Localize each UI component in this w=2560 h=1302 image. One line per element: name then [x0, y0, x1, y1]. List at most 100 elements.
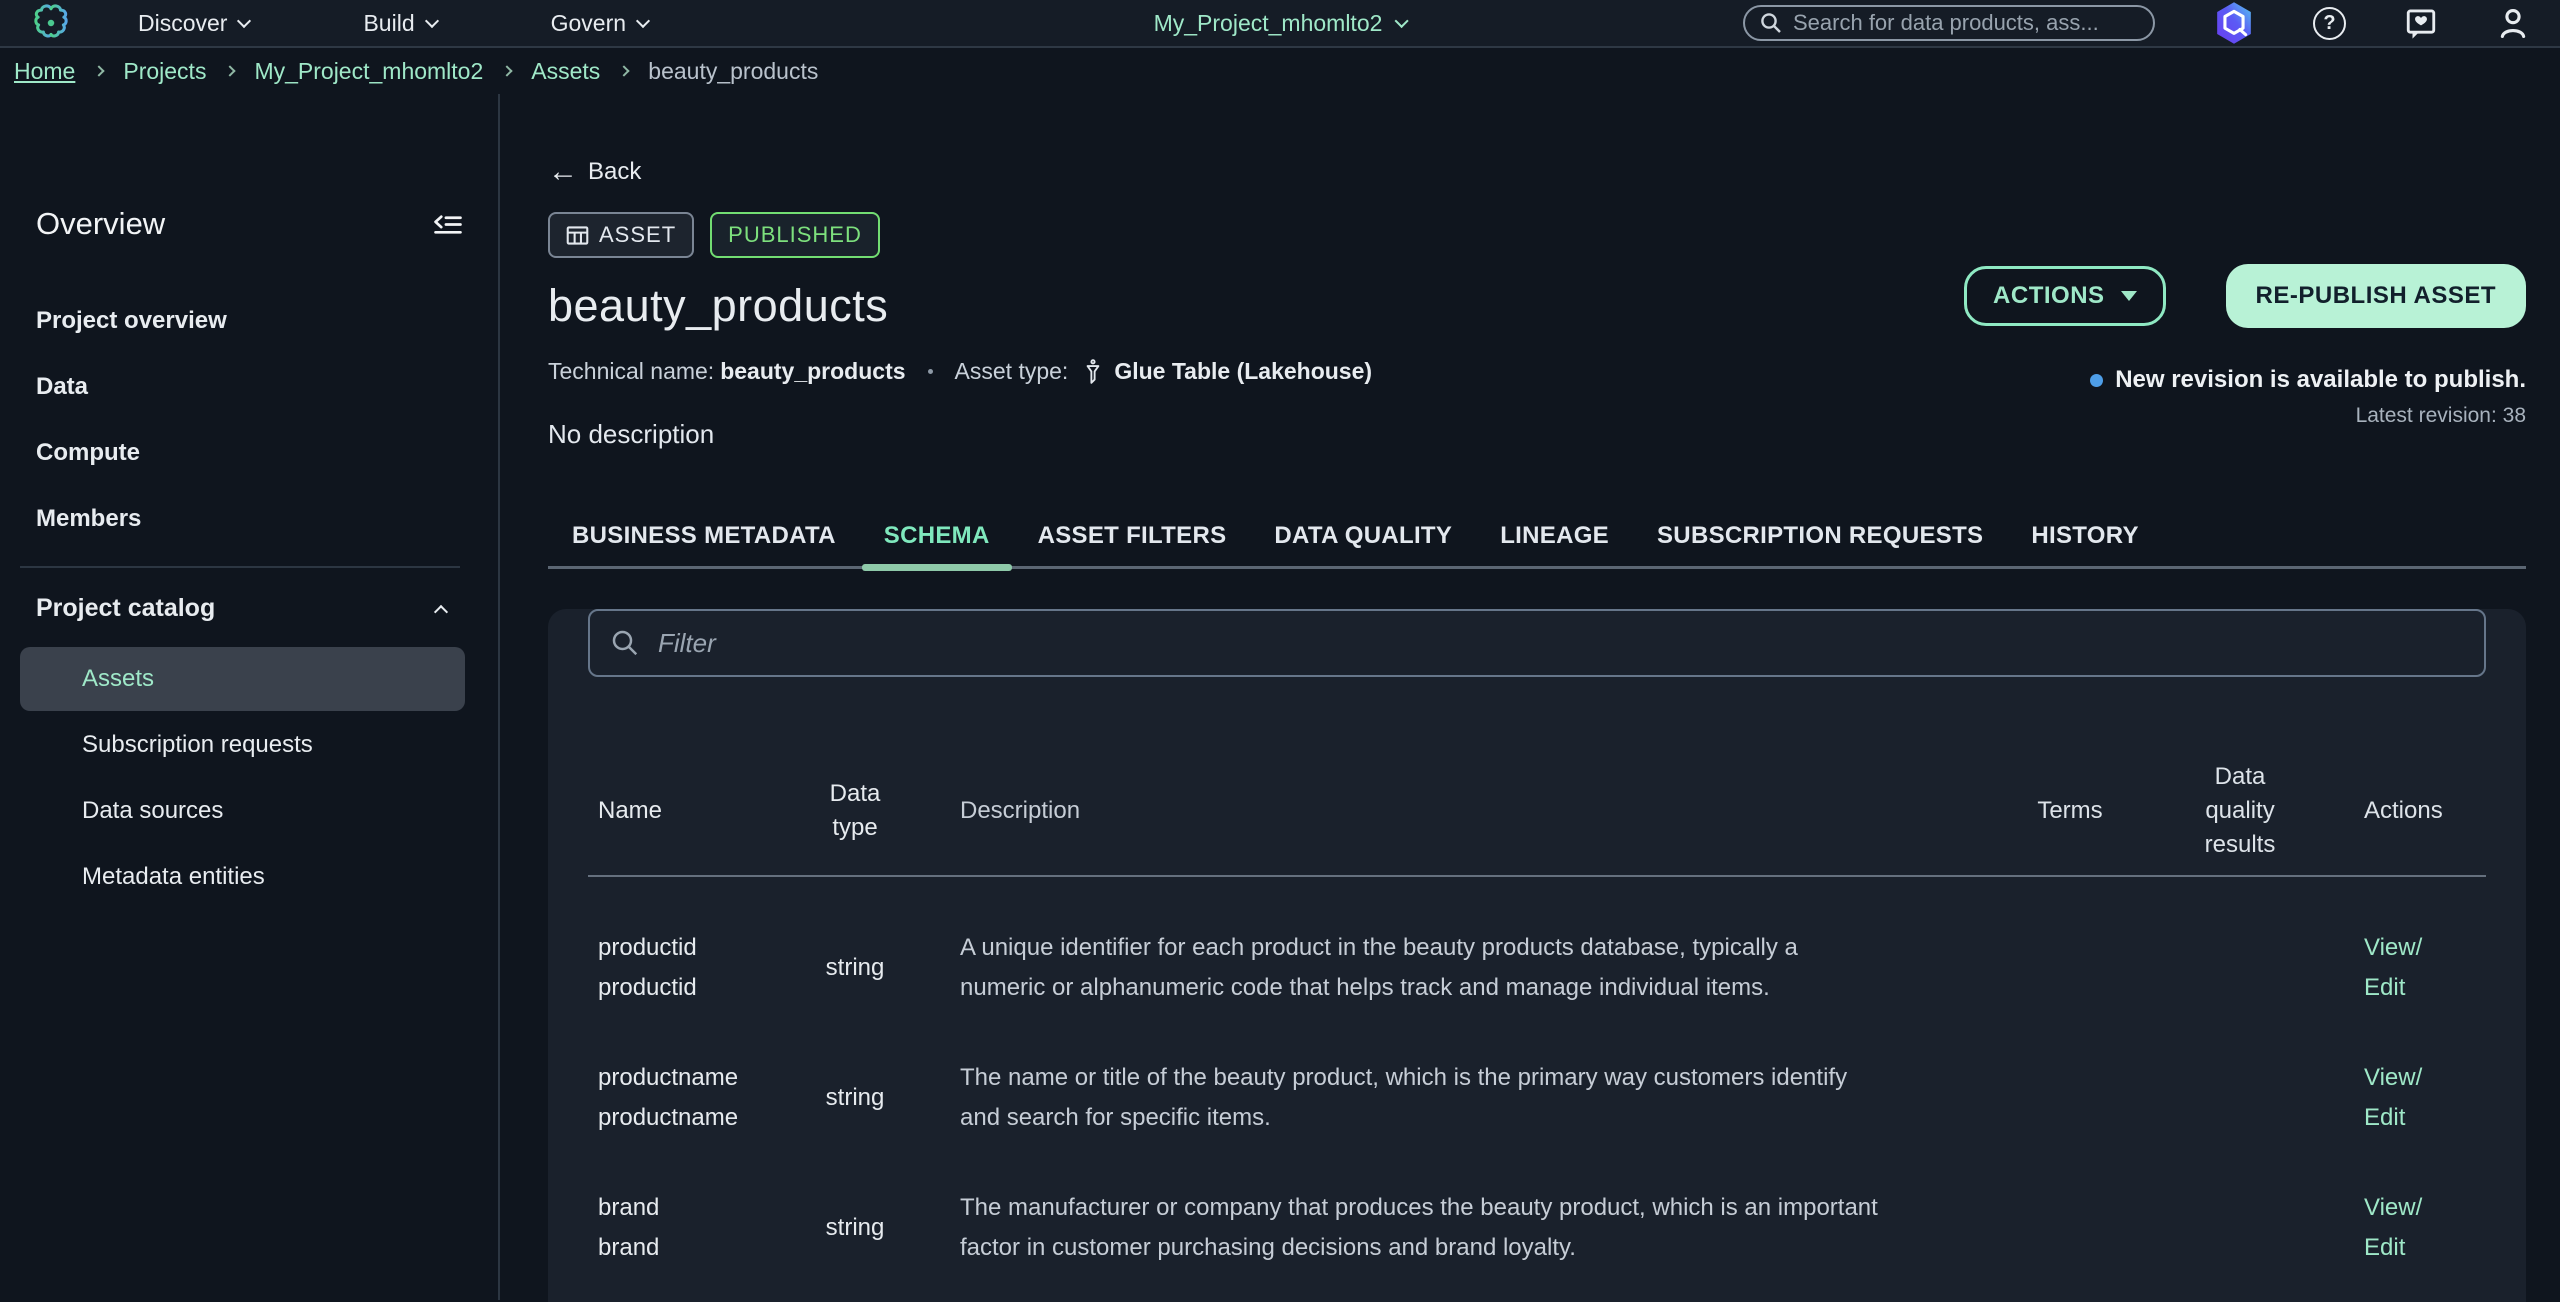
cell-description: The name or title of the beauty product,… — [920, 1058, 2020, 1138]
sidebar-item-compute[interactable]: Compute — [0, 420, 498, 486]
tab-lineage[interactable]: LINEAGE — [1476, 506, 1633, 566]
view-edit-link[interactable]: View/ Edit — [2364, 1058, 2422, 1138]
col-header-name: Name — [588, 791, 790, 831]
cell-name: productname productname — [588, 1058, 790, 1138]
cell-actions: View/ Edit — [2360, 1058, 2486, 1138]
search-icon — [1759, 11, 1783, 35]
global-search[interactable] — [1743, 5, 2155, 41]
profile-icon[interactable] — [2496, 6, 2530, 40]
breadcrumb-assets[interactable]: Assets — [531, 58, 600, 85]
feedback-icon[interactable] — [2404, 6, 2438, 40]
app-logo-icon[interactable] — [30, 2, 72, 44]
sidebar-item-data-sources[interactable]: Data sources — [20, 779, 465, 843]
sidebar-item-project-overview[interactable]: Project overview — [0, 288, 498, 354]
schema-filter-input[interactable] — [658, 628, 2464, 659]
cell-data-type: string — [790, 1214, 920, 1242]
glue-table-icon — [1082, 359, 1104, 385]
tab-asset-filters[interactable]: ASSET FILTERS — [1014, 506, 1251, 566]
back-arrow-icon: ← — [548, 160, 578, 184]
technical-name-label: Technical name: — [548, 358, 714, 385]
sidebar-divider — [20, 566, 460, 568]
info-dot-icon — [2090, 374, 2103, 387]
cell-data-type: string — [790, 954, 920, 982]
asset-kind-badge: ASSET — [548, 212, 694, 258]
sidebar-section-project-catalog[interactable]: Project catalog — [36, 594, 446, 623]
sidebar-item-members[interactable]: Members — [0, 486, 498, 552]
col-header-data-quality-results: Data quality results — [2120, 760, 2360, 862]
cell-description: A unique identifier for each product in … — [920, 928, 2020, 1008]
sidebar-item-data[interactable]: Data — [0, 354, 498, 420]
nav-menu-build[interactable]: Build — [363, 10, 436, 37]
sidebar-item-assets[interactable]: Assets — [20, 647, 465, 711]
status-badge: PUBLISHED — [710, 212, 880, 258]
nav-menu-discover[interactable]: Discover — [138, 10, 249, 37]
chevron-down-icon — [237, 13, 251, 27]
cell-actions: View/ Edit — [2360, 928, 2486, 1008]
amazon-q-icon[interactable] — [2213, 1, 2255, 45]
col-header-description: Description — [920, 791, 2020, 831]
search-icon — [610, 628, 640, 658]
table-row: brand brand string The manufacturer or c… — [588, 1163, 2486, 1293]
chevron-right-icon — [619, 65, 630, 76]
chevron-up-icon — [434, 604, 448, 618]
help-icon[interactable]: ? — [2313, 7, 2346, 40]
breadcrumb-home[interactable]: Home — [14, 58, 75, 85]
section-title: Project catalog — [36, 594, 215, 623]
breadcrumb-current: beauty_products — [648, 58, 818, 85]
sidebar-item-metadata-entities[interactable]: Metadata entities — [20, 845, 465, 909]
cell-name: productid productid — [588, 928, 790, 1008]
view-edit-link[interactable]: View/ Edit — [2364, 928, 2422, 1008]
cell-name: brand brand — [588, 1188, 790, 1268]
top-nav-right: ? — [1743, 1, 2530, 45]
republish-asset-button[interactable]: RE-PUBLISH ASSET — [2226, 264, 2526, 328]
chevron-right-icon — [225, 65, 236, 76]
revision-note-text: New revision is available to publish. — [2115, 366, 2526, 394]
main-content: ← Back ASSET PUBLISHED beauty_product — [500, 94, 2560, 1300]
collapse-sidebar-icon[interactable] — [432, 211, 464, 238]
nav-menu-label: Build — [363, 10, 414, 37]
sidebar-title: Overview — [36, 206, 165, 242]
col-header-terms: Terms — [2020, 797, 2120, 825]
project-selector[interactable]: My_Project_mhomlto2 — [1154, 10, 1407, 37]
column-technical-name: productname — [598, 1098, 790, 1138]
chevron-down-icon — [425, 13, 439, 27]
sidebar-item-subscription-requests[interactable]: Subscription requests — [20, 713, 465, 777]
header-actions: ACTIONS RE-PUBLISH ASSET New revision is… — [1964, 264, 2526, 428]
column-technical-name: productid — [598, 968, 790, 1008]
asset-tabs: BUSINESS METADATA SCHEMA ASSET FILTERS D… — [548, 506, 2526, 569]
latest-revision: Latest revision: 38 — [1964, 404, 2526, 428]
table-row: productid productid string A unique iden… — [588, 903, 2486, 1033]
nav-menu-label: Discover — [138, 10, 227, 37]
caret-down-icon — [2121, 291, 2137, 301]
technical-name-value: beauty_products — [720, 358, 905, 385]
nav-menu-govern[interactable]: Govern — [551, 10, 648, 37]
tab-business-metadata[interactable]: BUSINESS METADATA — [548, 506, 860, 566]
view-edit-link[interactable]: View/ Edit — [2364, 1188, 2422, 1268]
tab-data-quality[interactable]: DATA QUALITY — [1250, 506, 1476, 566]
chevron-right-icon — [94, 65, 105, 76]
table-icon — [566, 225, 589, 246]
global-search-input[interactable] — [1793, 10, 2139, 36]
tab-schema[interactable]: SCHEMA — [860, 506, 1014, 566]
breadcrumb-projects[interactable]: Projects — [123, 58, 206, 85]
cell-actions: View/ Edit — [2360, 1188, 2486, 1268]
actions-button[interactable]: ACTIONS — [1964, 266, 2166, 326]
back-button[interactable]: ← Back — [548, 158, 641, 186]
column-name: productname — [598, 1058, 790, 1098]
status-label: PUBLISHED — [728, 222, 862, 248]
column-technical-name: brand — [598, 1228, 790, 1268]
breadcrumb-project[interactable]: My_Project_mhomlto2 — [254, 58, 483, 85]
schema-table-header: Name Data type Description Terms Data qu… — [588, 747, 2486, 877]
project-selector-label: My_Project_mhomlto2 — [1154, 10, 1383, 37]
nav-menu-label: Govern — [551, 10, 626, 37]
top-nav: Discover Build Govern My_Project_mhomlto… — [0, 0, 2560, 48]
back-label: Back — [588, 158, 641, 186]
tab-history[interactable]: HISTORY — [2007, 506, 2162, 566]
chevron-down-icon — [1394, 13, 1408, 27]
tab-subscription-requests[interactable]: SUBSCRIPTION REQUESTS — [1633, 506, 2007, 566]
dot-separator — [928, 369, 933, 374]
col-header-actions: Actions — [2360, 791, 2486, 831]
schema-filter[interactable] — [588, 609, 2486, 677]
asset-kind-label: ASSET — [599, 222, 676, 248]
chevron-down-icon — [636, 13, 650, 27]
